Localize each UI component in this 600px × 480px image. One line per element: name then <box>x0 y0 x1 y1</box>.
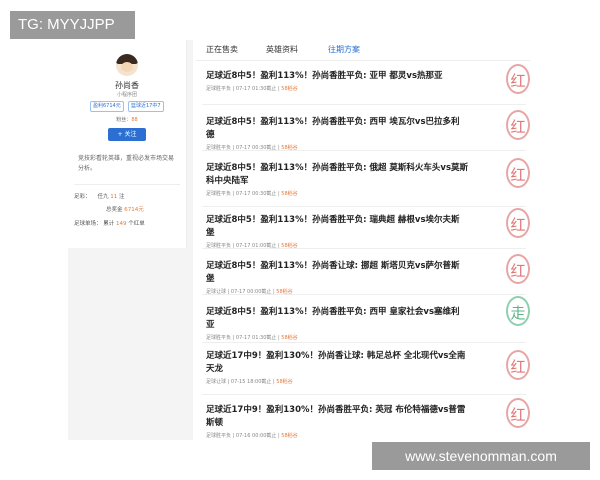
plan-title[interactable]: 足球近8中5！盈利113%！孙尚香胜平负: 西甲 埃瓦尔vs巴拉多利德 <box>206 116 466 142</box>
item-divider <box>202 104 526 105</box>
follow-button[interactable]: + 关注 <box>108 128 146 141</box>
stat-prize-label: 总奖金 <box>106 207 123 213</box>
profile-subtitle: 小程序团 <box>116 92 137 98</box>
stat-record-suffix: 注 <box>119 194 125 200</box>
avatar-face <box>121 62 133 72</box>
profile-name: 孙尚香 <box>115 81 139 90</box>
plan-price: 58稻谷 <box>281 86 298 92</box>
plan-item[interactable]: 足球近8中5！盈利113%！孙尚香胜平负: 瑞典超 赫根vs埃尔夫斯堡 足球胜平… <box>202 208 530 249</box>
stat-record: 足彩： 任九 11 注 <box>74 192 125 200</box>
plan-item[interactable]: 足球近8中5！盈利113%！孙尚香胜平负: 亚甲 都灵vs热那亚 足球胜平负 |… <box>202 64 530 105</box>
plan-title[interactable]: 足球近8中5！盈利113%！孙尚香胜平负: 西甲 皇家社会vs塞维利亚 <box>206 306 466 332</box>
watermark-top: TG: MYYJJPP <box>10 11 135 39</box>
fans-label: 粉丝： <box>116 117 132 123</box>
watermark-bottom: www.stevenomman.com <box>372 442 590 470</box>
stat-prize-value: 6714元 <box>124 207 144 213</box>
result-stamp: 红 <box>506 254 530 284</box>
result-stamp: 红 <box>506 64 530 94</box>
tab-past-plans[interactable]: 往期方案 <box>328 44 360 55</box>
record-badge: 篮球近17中7 <box>128 101 164 112</box>
plan-item[interactable]: 足球近8中5！盈利113%！孙尚香胜平负: 西甲 皇家社会vs塞维利亚 足球胜平… <box>202 296 530 343</box>
plan-deadline: 07-15 18:00截止 <box>230 379 272 385</box>
stat-record-label: 足彩： <box>74 194 91 200</box>
plan-title[interactable]: 足球近8中5！盈利113%！孙尚香胜平负: 亚甲 都灵vs热那亚 <box>206 70 466 83</box>
plan-price: 58稻谷 <box>281 335 298 341</box>
profile-divider <box>74 184 180 185</box>
profit-badge: 盈利6714元 <box>90 101 124 112</box>
plan-deadline: 07-17 01:30截止 <box>235 335 277 341</box>
plan-item[interactable]: 足球近8中5！盈利113%！孙尚香让球: 挪超 斯塔贝克vs萨尔普斯堡 足球让球… <box>202 254 530 295</box>
tab-hero-profile[interactable]: 英雄资料 <box>266 44 298 55</box>
result-stamp: 红 <box>506 398 530 428</box>
tab-divider <box>196 60 530 61</box>
item-divider <box>202 206 526 207</box>
avatar[interactable] <box>116 54 138 76</box>
plan-meta: 足球胜平负 | 07-17 01:30截止 | 58稻谷 <box>206 335 298 341</box>
plan-meta: 足球胜平负 | 07-17 01:30截止 | 58稻谷 <box>206 86 298 92</box>
profile-card: 孙尚香 小程序团 盈利6714元 篮球近17中7 粉丝：88 + 关注 竞技彩看… <box>68 40 187 248</box>
stat-games-value: 149 <box>116 221 127 227</box>
plan-item[interactable]: 足球近8中5！盈利113%！孙尚香胜平负: 西甲 埃瓦尔vs巴拉多利德 足球胜平… <box>202 110 530 151</box>
result-stamp: 走 <box>506 296 530 326</box>
item-divider <box>202 294 526 295</box>
plan-meta: 足球让球 | 07-15 18:00截止 | 58稻谷 <box>206 379 293 385</box>
plan-item[interactable]: 足球近8中5！盈利113%！孙尚香胜平负: 俄超 莫斯科火车头vs莫斯科中央陆军… <box>202 158 530 207</box>
result-stamp: 红 <box>506 350 530 380</box>
plan-meta: 足球胜平负 | 07-16 00:00截止 | 58稻谷 <box>206 433 298 439</box>
item-divider <box>202 150 526 151</box>
plan-type: 足球让球 <box>206 379 227 385</box>
item-divider <box>202 394 526 395</box>
stat-record-prefix: 任九 <box>97 194 109 200</box>
plan-meta: 足球胜平负 | 07-17 00:30截止 | 58稻谷 <box>206 191 298 197</box>
plan-title[interactable]: 足球近17中9！盈利130%！孙尚香胜平负: 英冠 布伦特福德vs普雷斯顿 <box>206 404 468 430</box>
plan-price: 58稻谷 <box>281 191 298 197</box>
fans-value: 88 <box>131 117 138 123</box>
tab-on-sale[interactable]: 正在售卖 <box>206 44 238 55</box>
result-stamp: 红 <box>506 110 530 140</box>
stat-games-suffix: 个红单 <box>128 221 145 227</box>
item-divider <box>202 248 526 249</box>
plan-title[interactable]: 足球近17中9！盈利130%！孙尚香让球: 韩足总杯 全北现代vs全南天龙 <box>206 350 468 376</box>
plan-title[interactable]: 足球近8中5！盈利113%！孙尚香胜平负: 瑞典超 赫根vs埃尔夫斯堡 <box>206 214 466 240</box>
plan-item[interactable]: 足球近17中9！盈利130%！孙尚香胜平负: 英冠 布伦特福德vs普雷斯顿 足球… <box>206 398 530 439</box>
plan-type: 足球胜平负 <box>206 191 232 197</box>
profile-intro: 竞技彩看轮英雄，重视必发市场交易分析。 <box>78 155 175 172</box>
result-stamp: 红 <box>506 208 530 238</box>
plan-title[interactable]: 足球近8中5！盈利113%！孙尚香胜平负: 俄超 莫斯科火车头vs莫斯科中央陆军 <box>206 162 468 188</box>
stat-games-label: 足球单场： <box>74 221 102 227</box>
plan-price: 58稻谷 <box>276 379 293 385</box>
fans-count: 粉丝：88 <box>68 116 186 123</box>
plan-type: 足球胜平负 <box>206 86 232 92</box>
stat-prize: 总奖金 6714元 <box>106 205 144 213</box>
stat-games: 足球单场： 累计 149 个红单 <box>74 219 145 227</box>
item-divider <box>202 342 526 343</box>
plan-type: 足球胜平负 <box>206 335 232 341</box>
plan-type: 足球胜平负 <box>206 433 232 439</box>
plan-deadline: 07-17 01:30截止 <box>235 86 277 92</box>
plan-item[interactable]: 足球近17中9！盈利130%！孙尚香让球: 韩足总杯 全北现代vs全南天龙 足球… <box>202 350 530 395</box>
plan-title[interactable]: 足球近8中5！盈利113%！孙尚香让球: 挪超 斯塔贝克vs萨尔普斯堡 <box>206 260 466 286</box>
stat-record-value: 11 <box>110 194 118 200</box>
plan-price: 58稻谷 <box>281 433 298 439</box>
plan-deadline: 07-16 00:00截止 <box>235 433 277 439</box>
stat-games-prefix: 累计 <box>103 221 115 227</box>
result-stamp: 红 <box>506 158 530 188</box>
plan-deadline: 07-17 00:30截止 <box>235 191 277 197</box>
